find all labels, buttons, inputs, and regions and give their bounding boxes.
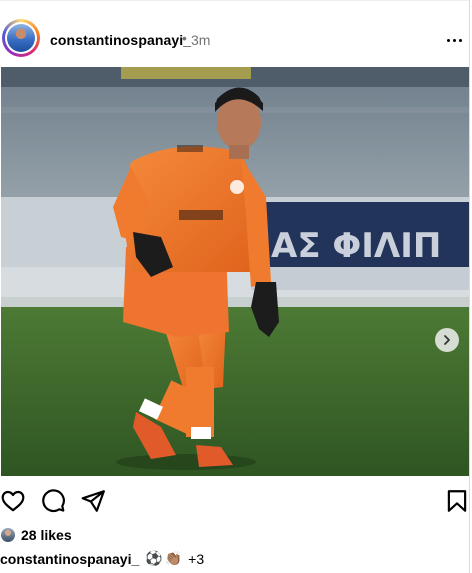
post-photo: ΑΣ ΦΙΛΙΠ bbox=[1, 67, 469, 476]
post-username[interactable]: constantinospanayi_ bbox=[50, 32, 191, 48]
caption-username[interactable]: constantinospanayi_ bbox=[0, 551, 139, 567]
likes-row[interactable]: 28 likes bbox=[0, 526, 72, 544]
post-header: constantinospanayi_ • 3m bbox=[0, 16, 470, 62]
caption: constantinospanayi_ ⚽ 👏🏽 +3 bbox=[0, 551, 204, 567]
next-slide-button[interactable] bbox=[435, 328, 459, 352]
divider bbox=[0, 0, 469, 1]
caption-more-count[interactable]: +3 bbox=[188, 551, 204, 567]
bookmark-icon bbox=[447, 490, 467, 512]
more-horizontal-icon-dot bbox=[452, 38, 456, 42]
comment-button[interactable] bbox=[40, 488, 66, 514]
post-actions bbox=[0, 488, 470, 514]
instagram-post: constantinospanayi_ • 3m ΑΣ ΦΙΛΙΠ 28 lik… bbox=[0, 0, 470, 573]
soccer-ball-emoji: ⚽ bbox=[145, 551, 163, 567]
avatar-image bbox=[7, 24, 35, 52]
avatar[interactable] bbox=[5, 22, 37, 54]
svg-text:ΑΣ ΦΙΛΙΠ: ΑΣ ΦΙΛΙΠ bbox=[271, 226, 441, 266]
story-ring[interactable] bbox=[2, 19, 40, 57]
save-button[interactable] bbox=[444, 488, 470, 514]
post-media[interactable]: ΑΣ ΦΙΛΙΠ bbox=[1, 67, 469, 476]
more-horizontal-icon bbox=[446, 38, 450, 42]
more-options-button[interactable] bbox=[442, 30, 466, 50]
send-icon bbox=[81, 490, 105, 512]
like-button[interactable] bbox=[0, 488, 26, 514]
post-time[interactable]: 3m bbox=[191, 32, 210, 48]
share-button[interactable] bbox=[80, 488, 106, 514]
separator-dot: • bbox=[182, 30, 187, 46]
likes-count[interactable]: 28 likes bbox=[21, 527, 72, 543]
chevron-right-icon bbox=[444, 335, 450, 345]
more-horizontal-icon-dot bbox=[458, 38, 462, 42]
clapping-hands-emoji: 👏🏽 bbox=[164, 551, 183, 567]
heart-icon bbox=[1, 490, 25, 512]
liker-avatar bbox=[0, 527, 16, 543]
comment-icon bbox=[42, 489, 65, 513]
